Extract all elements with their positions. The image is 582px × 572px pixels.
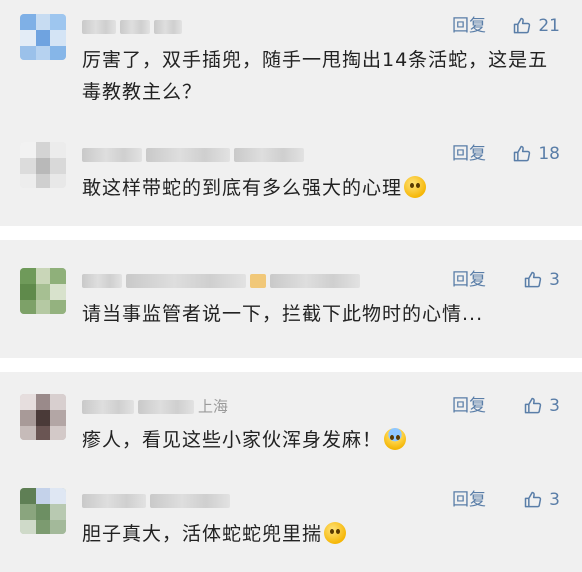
username-blurred[interactable]	[82, 16, 186, 36]
like-count: 3	[549, 270, 560, 290]
comment-text: 请当事监管者说一下，拦截下此物时的心情...	[82, 303, 484, 325]
user-location: 上海	[198, 397, 229, 416]
comment-text: 瘆人，看见这些小家伙浑身发麻！	[82, 424, 552, 456]
comment-card: 回复 3 请当事监管者说一下，拦截下此物时的心情...	[0, 240, 582, 358]
like-button[interactable]: 18	[512, 142, 560, 166]
reply-button[interactable]: 回复	[452, 394, 486, 418]
like-button[interactable]: 3	[523, 394, 560, 418]
username-blurred[interactable]: 上海	[82, 396, 228, 416]
avatar[interactable]	[20, 268, 66, 314]
username-blurred[interactable]	[82, 490, 234, 510]
comment-text-body: 敢这样带蛇的到底有多么强大的心理	[82, 177, 403, 199]
like-button[interactable]: 3	[523, 488, 560, 512]
comment-item: 回复 21 厉害了，双手插兜，随手一甩掏出14条活蛇，这是五毒教教主么？	[0, 14, 582, 114]
comment-item: 回复 3 请当事监管者说一下，拦截下此物时的心情...	[0, 268, 582, 338]
flushed-face-emoji-icon	[404, 176, 427, 198]
comment-item: 上海 回复 3 瘆人，看见这些小家伙浑身发麻！	[0, 394, 582, 464]
like-count: 3	[549, 490, 560, 510]
like-count: 3	[549, 396, 560, 416]
comments-page: 回复 21 厉害了，双手插兜，随手一甩掏出14条活蛇，这是五毒教教主么？ 回复 …	[0, 0, 582, 572]
like-button[interactable]: 3	[523, 268, 560, 292]
username-blurred[interactable]	[82, 270, 364, 290]
comment-text-body: 瘆人，看见这些小家伙浑身发麻！	[82, 429, 383, 451]
thumbs-up-icon	[524, 271, 542, 288]
comment-card: 上海 回复 3 瘆人，看见这些小家伙浑身发麻！ 回复 3 胆子真大，活体蛇蛇兜里…	[0, 372, 582, 572]
like-button[interactable]: 21	[512, 14, 560, 38]
reply-button[interactable]: 回复	[452, 14, 486, 38]
avatar[interactable]	[20, 14, 66, 60]
reply-button[interactable]: 回复	[452, 488, 486, 512]
comment-text: 敢这样带蛇的到底有多么强大的心理	[82, 172, 552, 204]
like-count: 18	[538, 144, 560, 164]
pleading-face-emoji-icon	[324, 522, 347, 544]
comment-text: 厉害了，双手插兜，随手一甩掏出14条活蛇，这是五毒教教主么？	[82, 49, 549, 103]
reply-button[interactable]: 回复	[452, 268, 486, 292]
comment-item: 回复 3 胆子真大，活体蛇蛇兜里揣	[0, 488, 582, 558]
comment-item: 回复 18 敢这样带蛇的到底有多么强大的心理	[0, 142, 582, 212]
like-count: 21	[538, 16, 560, 36]
comment-card: 回复 21 厉害了，双手插兜，随手一甩掏出14条活蛇，这是五毒教教主么？ 回复 …	[0, 0, 582, 226]
reply-button[interactable]: 回复	[452, 142, 486, 166]
fearful-face-emoji-icon	[384, 428, 407, 450]
avatar[interactable]	[20, 142, 66, 188]
thumbs-up-icon	[514, 17, 531, 34]
avatar[interactable]	[20, 488, 66, 534]
comment-text-body: 胆子真大，活体蛇蛇兜里揣	[82, 523, 323, 545]
thumbs-up-icon	[524, 397, 542, 414]
avatar[interactable]	[20, 394, 66, 440]
thumbs-up-icon	[514, 145, 531, 162]
thumbs-up-icon	[524, 491, 542, 508]
comment-text: 胆子真大，活体蛇蛇兜里揣	[82, 518, 552, 550]
username-blurred[interactable]	[82, 144, 308, 164]
